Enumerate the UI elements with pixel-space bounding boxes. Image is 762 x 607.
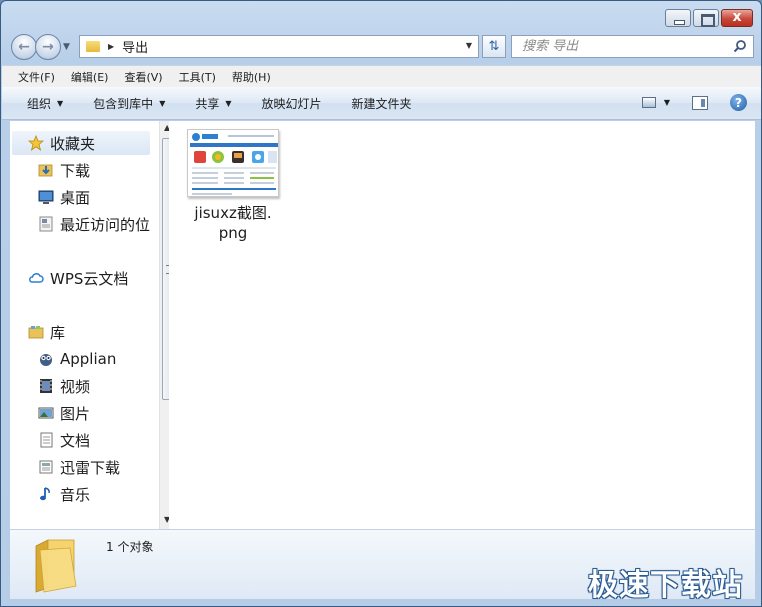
sidebar-item-label: 库 [50,323,66,342]
include-in-library-label: 包含到库中 [93,96,154,111]
menu-bar: 文件(F) 编辑(E) 查看(V) 工具(T) 帮助(H) [2,65,761,87]
sidebar-item-wps-cloud[interactable]: WPS云文档 [28,266,128,290]
menu-file[interactable]: 文件(F) [18,69,55,85]
refresh-button[interactable]: ⇅ [482,35,506,58]
applian-icon [40,354,52,366]
forward-arrow-icon: → [42,39,54,55]
organize-button[interactable]: 组织 ▼ [27,95,63,112]
refresh-icon: ⇅ [488,39,500,54]
library-icon [28,326,44,339]
menu-edit[interactable]: 编辑(E) [71,69,109,85]
command-bar: 组织 ▼ 包含到库中 ▼ 共享 ▼ 放映幻灯片 新建文件夹 ▼ ? [2,87,761,120]
recent-places-icon [39,216,53,232]
image-thumbnail [187,129,279,197]
chevron-down-icon: ▼ [159,98,166,108]
search-input[interactable] [522,39,722,54]
file-item[interactable]: jisuxz截图. png [185,129,281,243]
navigation-pane: 收藏夹 下载 桌面 最近访问的位 WPS云文档 库 Applian 视频 图片 … [10,121,176,529]
change-view-icon[interactable] [641,97,656,108]
sidebar-item-label: 迅雷下载 [60,458,121,477]
folder-icon [86,41,100,52]
recent-pages-dropdown[interactable]: ▼ [63,42,70,52]
music-icon [40,487,50,501]
explorer-window: x ← → ▼ ▶ 导出 ▼ ⇅ 文件(F) 编辑(E) 查看(V) 工具(T)… [0,0,762,607]
details-pane: 1 个对象 极速下载站 [10,529,755,603]
history-nav: ← → ▼ [11,34,70,60]
back-button[interactable]: ← [11,34,37,60]
share-label: 共享 [195,96,220,111]
file-list[interactable]: jisuxz截图. png [169,121,755,529]
chevron-down-icon: ▼ [57,98,64,108]
sidebar-item-label: 文档 [60,431,91,450]
sidebar-item-recent-places[interactable]: 最近访问的位 [38,212,159,236]
video-icon [40,379,52,393]
help-icon[interactable]: ? [730,94,747,111]
new-folder-label: 新建文件夹 [351,96,412,111]
breadcrumb-current[interactable]: 导出 [122,37,148,56]
folder-icon [35,539,77,593]
watermark-logo: 极速下载站 [588,568,743,603]
menu-tools[interactable]: 工具(T) [179,69,216,85]
address-bar[interactable]: ▶ 导出 ▼ [79,35,479,58]
address-dropdown-icon[interactable]: ▼ [466,41,472,50]
sidebar-item-label: 最近访问的位 [60,215,151,234]
sidebar-item-label: 下载 [60,161,91,180]
sidebar-item-label: WPS云文档 [50,269,129,288]
sidebar-item-library[interactable]: 库 [28,320,65,344]
maximize-button[interactable] [693,9,719,27]
thunder-download-icon [39,460,53,474]
sidebar-item-label: Applian [60,350,117,368]
menu-help[interactable]: 帮助(H) [232,69,271,85]
minimize-button[interactable] [665,9,691,27]
menu-view[interactable]: 查看(V) [124,69,162,85]
close-button[interactable]: x [721,9,753,27]
sidebar-item-label: 视频 [60,377,91,396]
sidebar-item-label: 图片 [60,404,91,423]
documents-icon [40,432,53,448]
file-name-line: png [218,224,248,242]
sidebar-item-documents[interactable]: 文档 [38,428,90,452]
star-icon [28,135,44,151]
search-icon[interactable] [733,39,747,53]
sidebar-item-downloads[interactable]: 下载 [38,158,90,182]
sidebar-item-label: 音乐 [60,485,91,504]
desktop-icon [38,190,54,204]
sidebar-item-video[interactable]: 视频 [38,374,90,398]
view-options-dropdown-icon[interactable]: ▼ [664,98,670,107]
sidebar-item-desktop[interactable]: 桌面 [38,185,90,209]
cloud-icon [29,273,44,283]
pictures-icon [38,407,54,419]
share-button[interactable]: 共享 ▼ [195,95,231,112]
sidebar-item-thunder-download[interactable]: 迅雷下载 [38,455,120,479]
back-arrow-icon: ← [18,39,30,55]
sidebar-item-label: 收藏夹 [50,134,96,153]
new-folder-button[interactable]: 新建文件夹 [352,95,412,112]
sidebar-item-label: 桌面 [60,188,91,207]
breadcrumb-arrow-icon[interactable]: ▶ [108,42,114,51]
sidebar-item-favorites[interactable]: 收藏夹 [12,131,150,155]
slideshow-label: 放映幻灯片 [261,96,322,111]
file-name-line: jisuxz截图. [194,204,272,222]
sidebar-item-applian[interactable]: Applian [38,347,116,371]
screenshot-preview-graphic [188,130,278,196]
forward-button[interactable]: → [35,34,61,60]
item-count: 1 个对象 [106,540,154,554]
search-box[interactable] [511,35,754,58]
file-name[interactable]: jisuxz截图. png [185,203,281,243]
download-folder-icon [38,164,53,177]
organize-label: 组织 [27,96,52,111]
close-icon: x [732,9,742,25]
include-in-library-button[interactable]: 包含到库中 ▼ [93,95,165,112]
slideshow-button[interactable]: 放映幻灯片 [262,95,322,112]
sidebar-item-pictures[interactable]: 图片 [38,401,90,425]
caption-buttons: x [663,9,753,27]
sidebar-item-music[interactable]: 音乐 [38,482,90,506]
view-controls: ▼ ? [641,94,747,111]
preview-pane-icon[interactable] [692,95,708,110]
chevron-down-icon: ▼ [225,98,232,108]
